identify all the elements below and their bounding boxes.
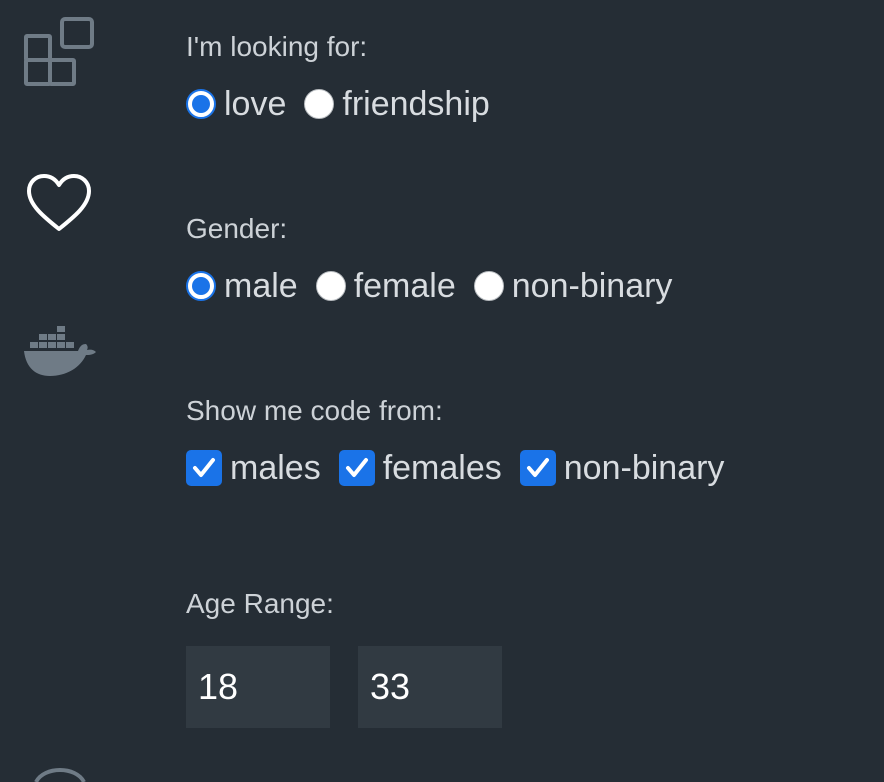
- radio-female-control[interactable]: [315, 271, 346, 301]
- heart-icon[interactable]: [24, 172, 94, 234]
- partial-icon[interactable]: [30, 752, 90, 782]
- looking-for-label: I'm looking for:: [186, 31, 368, 62]
- gender-options: male female non-binary: [186, 264, 690, 308]
- checkbox-non-binary-label: non-binary: [563, 448, 725, 487]
- checkmark-icon: [526, 458, 549, 477]
- radio-male-label: male: [224, 266, 298, 305]
- radio-non-binary-label: non-binary: [511, 266, 673, 305]
- looking-for-options: love friendship: [186, 82, 508, 126]
- radio-male[interactable]: male: [186, 267, 316, 306]
- radio-female[interactable]: female: [315, 266, 474, 306]
- radio-female-label: female: [353, 266, 456, 305]
- age-max-input[interactable]: [358, 646, 502, 728]
- checkbox-females-label: females: [382, 448, 502, 487]
- show-code-label: Show me code from:: [186, 395, 443, 426]
- checkmark-icon: [345, 458, 368, 477]
- checkbox-non-binary[interactable]: non-binary: [519, 448, 743, 488]
- checkbox-females[interactable]: females: [338, 448, 520, 488]
- checkbox-males-label: males: [230, 448, 321, 487]
- checkbox-females-control[interactable]: [338, 450, 375, 486]
- checkbox-males[interactable]: males: [186, 449, 339, 488]
- checkmark-icon: [193, 458, 215, 477]
- age-min-input[interactable]: [186, 646, 330, 728]
- gender-label: Gender:: [186, 213, 288, 244]
- checkbox-males-control[interactable]: [186, 450, 222, 486]
- radio-love-control[interactable]: [186, 89, 216, 119]
- radio-non-binary-control[interactable]: [473, 271, 504, 301]
- radio-love-label: love: [224, 84, 287, 123]
- radio-friendship-label: friendship: [342, 84, 490, 123]
- activity-bar: [0, 0, 120, 782]
- show-code-options: males females non-binary: [186, 446, 742, 490]
- age-range-label: Age Range:: [186, 588, 334, 619]
- radio-friendship-control[interactable]: [304, 89, 335, 119]
- radio-male-control[interactable]: [186, 271, 216, 301]
- checkbox-non-binary-control[interactable]: [519, 450, 556, 486]
- radio-love[interactable]: love: [186, 85, 304, 124]
- radio-non-binary[interactable]: non-binary: [473, 266, 691, 306]
- radio-friendship[interactable]: friendship: [304, 85, 507, 124]
- docker-icon[interactable]: [20, 322, 98, 380]
- extensions-icon[interactable]: [22, 16, 96, 88]
